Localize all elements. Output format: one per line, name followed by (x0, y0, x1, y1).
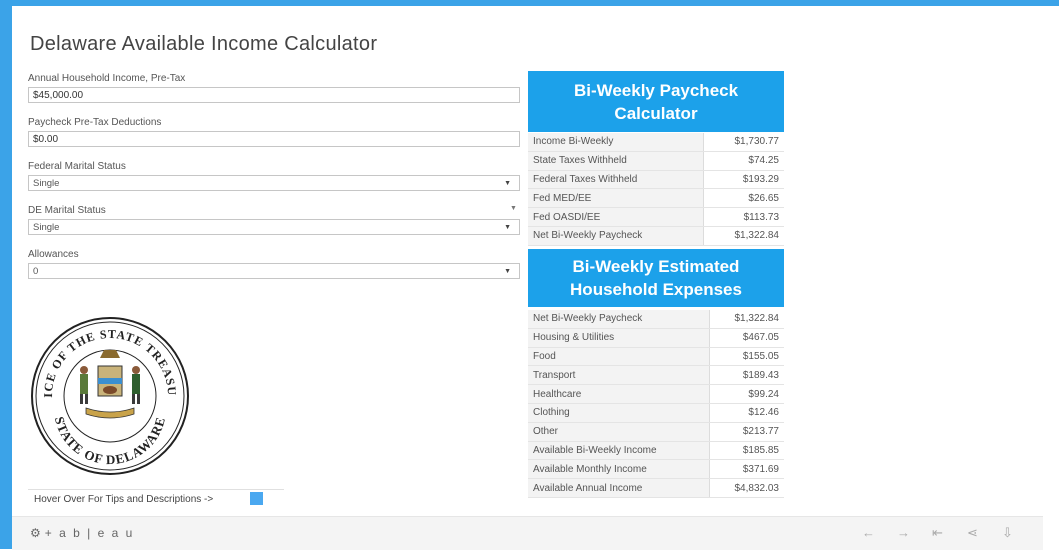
table-row[interactable]: Net Bi-Weekly Paycheck $1,322.84 (528, 226, 784, 246)
expenses-header-line2: Household Expenses (570, 280, 742, 299)
row-label: Housing & Utilities (528, 328, 711, 348)
row-value: $4,832.03 (709, 478, 784, 498)
row-value: $1,730.77 (703, 133, 784, 152)
row-value: $74.25 (703, 151, 784, 171)
tableau-logo: ⚙ + a b | e a u (30, 526, 134, 540)
row-label: Fed MED/EE (528, 188, 704, 209)
row-value: $12.46 (709, 403, 784, 423)
row-label: Fed OASDI/EE (528, 207, 704, 227)
info-tooltip-icon[interactable] (250, 492, 263, 505)
chevron-down-icon: ▼ (504, 268, 511, 275)
table-row[interactable]: Available Annual Income $4,832.03 (528, 478, 784, 498)
row-value: $467.05 (709, 328, 784, 348)
table-row[interactable]: Healthcare $99.24 (528, 384, 784, 404)
window-frame-top (0, 0, 1059, 6)
income-label: Annual Household Income, Pre-Tax (28, 73, 186, 84)
row-label: Federal Taxes Withheld (528, 170, 704, 190)
page-title: Delaware Available Income Calculator (30, 33, 378, 55)
download-icon[interactable]: ⇩ (1002, 525, 1013, 541)
expenses-header-line1: Bi-Weekly Estimated (572, 257, 740, 276)
paycheck-table: Income Bi-Weekly $1,730.77 State Taxes Wi… (528, 133, 784, 246)
table-row[interactable]: Federal Taxes Withheld $193.29 (528, 170, 784, 190)
row-value: $1,322.84 (703, 226, 784, 246)
row-label: Income Bi-Weekly (528, 133, 704, 152)
row-value: $185.85 (709, 441, 784, 461)
table-row[interactable]: State Taxes Withheld $74.25 (528, 151, 784, 171)
table-row[interactable]: Housing & Utilities $467.05 (528, 328, 784, 348)
redo-icon[interactable]: → (897, 525, 910, 540)
row-label: Other (528, 422, 711, 442)
row-value: $371.69 (709, 459, 784, 480)
row-value: $193.29 (703, 170, 784, 190)
row-label: Available Annual Income (528, 478, 711, 498)
paycheck-header-line1: Bi-Weekly Paycheck (573, 80, 739, 100)
allowances-select[interactable]: 0 ▼ (28, 263, 520, 279)
share-icon[interactable]: ⋖ (967, 525, 978, 541)
row-label: State Taxes Withheld (528, 151, 704, 171)
row-label: Available Monthly Income (528, 459, 711, 480)
row-label: Clothing (528, 403, 711, 423)
de-marital-label: DE Marital Status (28, 205, 106, 216)
chevron-down-icon: ▼ (504, 180, 511, 187)
row-label: Transport (528, 365, 711, 386)
table-row[interactable]: Food $155.05 (528, 347, 784, 367)
row-value: $1,322.84 (709, 310, 784, 329)
row-value: $113.73 (703, 207, 784, 227)
table-row[interactable]: Income Bi-Weekly $1,730.77 (528, 133, 784, 152)
de-marital-select[interactable]: Single ▼ (28, 219, 520, 235)
row-label: Healthcare (528, 384, 711, 404)
window-frame-left (0, 0, 12, 549)
row-label: Net Bi-Weekly Paycheck (528, 226, 704, 246)
state-treasurer-seal: OFFICE OF THE STATE TREASURER STATE OF D… (30, 316, 189, 475)
hover-tip-text: Hover Over For Tips and Descriptions -> (28, 489, 284, 508)
allowances-label: Allowances (28, 249, 79, 260)
tableau-logo-icon: ⚙ (30, 526, 41, 540)
de-marital-value: Single (33, 222, 60, 233)
table-row[interactable]: Fed OASDI/EE $113.73 (528, 207, 784, 227)
expenses-table: Net Bi-Weekly Paycheck $1,322.84 Housing … (528, 310, 784, 498)
paycheck-header: Bi-Weekly Paycheck Calculator (528, 71, 784, 132)
expenses-header: Bi-Weekly Estimated Household Expenses (528, 249, 784, 307)
table-row[interactable]: Fed MED/EE $26.65 (528, 188, 784, 209)
table-row[interactable]: Clothing $12.46 (528, 403, 784, 423)
row-value: $155.05 (709, 347, 784, 367)
income-input[interactable]: $45,000.00 (28, 87, 520, 103)
table-row[interactable]: Other $213.77 (528, 422, 784, 442)
table-row[interactable]: Available Bi-Weekly Income $185.85 (528, 441, 784, 461)
row-label: Food (528, 347, 711, 367)
deductions-input[interactable]: $0.00 (28, 131, 520, 147)
tableau-logo-text: + a b | e a u (44, 526, 135, 540)
paycheck-header-line2: Calculator (614, 103, 698, 123)
tableau-toolbar: ⚙ + a b | e a u ← → ⇤ ⋖ ⇩ (12, 516, 1043, 550)
revert-icon[interactable]: ⇤ (932, 525, 943, 541)
table-row[interactable]: Available Monthly Income $371.69 (528, 459, 784, 480)
chevron-down-icon: ▼ (504, 224, 511, 231)
row-label: Available Bi-Weekly Income (528, 441, 711, 461)
table-row[interactable]: Transport $189.43 (528, 365, 784, 386)
row-value: $26.65 (703, 188, 784, 209)
chevron-down-icon[interactable]: ▼ (510, 205, 517, 212)
row-value: $213.77 (709, 422, 784, 442)
undo-icon[interactable]: ← (862, 525, 875, 540)
federal-marital-value: Single (33, 178, 60, 189)
federal-marital-label: Federal Marital Status (28, 161, 126, 172)
deductions-label: Paycheck Pre-Tax Deductions (28, 117, 162, 128)
row-label: Net Bi-Weekly Paycheck (528, 310, 711, 329)
federal-marital-select[interactable]: Single ▼ (28, 175, 520, 191)
table-row[interactable]: Net Bi-Weekly Paycheck $1,322.84 (528, 310, 784, 329)
allowances-value: 0 (33, 266, 39, 277)
row-value: $189.43 (709, 365, 784, 386)
row-value: $99.24 (709, 384, 784, 404)
